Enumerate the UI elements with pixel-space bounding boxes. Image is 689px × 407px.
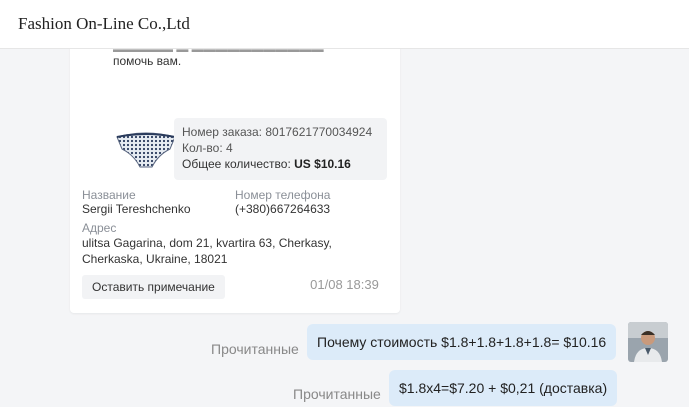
faded-text-line: ▬▬▬▬▬ ▬ ▬▬▬▬▬▬▬▬▬▬▬ ▬▬▬▬ ▬▬▬▬▬	[113, 49, 363, 52]
message-fragment-text: помочь вам.	[113, 54, 182, 68]
message-fragment: ▬▬▬▬▬ ▬ ▬▬▬▬▬▬▬▬▬▬▬ ▬▬▬▬ ▬▬▬▬▬ помочь ва…	[113, 49, 324, 68]
name-label: Название	[82, 188, 136, 202]
total-row: Общее количество: US $10.16	[182, 156, 387, 172]
name-value: Sergii Tereshchenko	[82, 202, 191, 216]
product-image[interactable]	[114, 127, 178, 173]
quantity-row: Кол-во: 4	[182, 140, 387, 156]
address-line-2: Cherkaska, Ukraine, 18021	[82, 252, 228, 266]
message-bubble[interactable]: Почему стоимость $1.8+1.8+1.8+1.8= $10.1…	[307, 324, 617, 360]
chat-header: Fashion On-Line Co.,Ltd	[0, 0, 689, 49]
total-value: US $10.16	[294, 157, 351, 171]
store-title: Fashion On-Line Co.,Ltd	[18, 14, 190, 33]
message-bubble[interactable]: $1.8x4=$7.20 + $0,21 (доставка)	[389, 370, 618, 406]
address-label: Адрес	[82, 221, 117, 235]
message-timestamp: 01/08 18:39	[310, 277, 379, 292]
address-line-1: ulitsa Gagarina, dom 21, kvartira 63, Ch…	[82, 236, 332, 250]
order-card: ▬▬▬▬▬ ▬ ▬▬▬▬▬▬▬▬▬▬▬ ▬▬▬▬ ▬▬▬▬▬ помочь ва…	[70, 49, 400, 313]
order-number[interactable]: 8017621770034924	[265, 125, 372, 139]
read-status: Прочитанные	[293, 386, 381, 402]
phone-value: (+380)667264633	[235, 202, 331, 216]
avatar[interactable]	[628, 322, 668, 362]
order-number-label: Номер заказа:	[182, 125, 263, 139]
order-summary: Номер заказа: 8017621770034924 Кол-во: 4…	[174, 118, 387, 180]
phone-label: Номер телефона	[235, 188, 331, 202]
total-label: Общее количество:	[182, 157, 291, 171]
order-number-row: Номер заказа: 8017621770034924	[182, 124, 387, 140]
read-status: Прочитанные	[211, 341, 299, 357]
chat-area[interactable]: ▬▬▬▬▬ ▬ ▬▬▬▬▬▬▬▬▬▬▬ ▬▬▬▬ ▬▬▬▬▬ помочь ва…	[0, 49, 689, 407]
quantity-value: 4	[226, 141, 233, 155]
quantity-label: Кол-во:	[182, 141, 223, 155]
